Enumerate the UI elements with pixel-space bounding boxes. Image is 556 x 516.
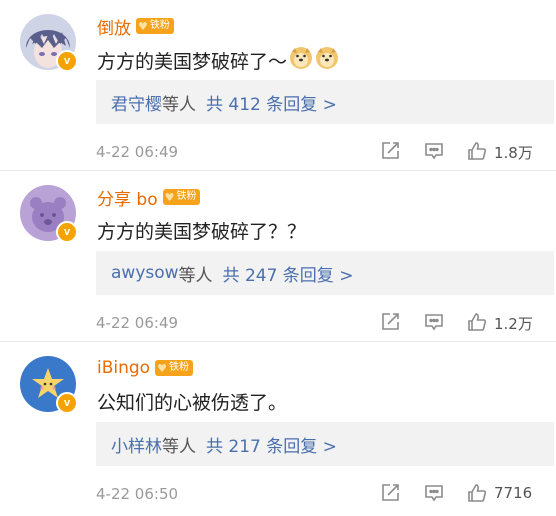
comment-text-content: 方方的美国梦破碎了？？ xyxy=(97,221,307,243)
like-count: 1.2万 xyxy=(494,315,533,333)
reply-names[interactable]: 小样林 xyxy=(111,432,162,457)
timestamp: 4-22 06:50 xyxy=(96,485,179,503)
comment-icon[interactable] xyxy=(423,482,445,508)
reply-etc: 等人 xyxy=(162,436,196,457)
like-count: 1.8万 xyxy=(494,144,533,162)
fan-badge: ♥ 铁粉 xyxy=(136,18,174,34)
heart-icon: ♥ xyxy=(157,361,167,375)
timestamp: 4-22 06:49 xyxy=(96,143,179,161)
replies-summary[interactable]: 君守樱 等人 共 412 条回复 > xyxy=(96,80,554,124)
username[interactable]: iBingo xyxy=(97,358,150,378)
verified-badge-icon: v xyxy=(56,50,78,72)
comment-text-content: 公知们的心被伤透了。 xyxy=(97,392,288,414)
username[interactable]: 分享 bo xyxy=(97,185,158,210)
comment-icon[interactable] xyxy=(423,311,445,337)
reply-count-link[interactable]: 共 247 条回复 > xyxy=(223,261,354,286)
reply-count-link[interactable]: 共 217 条回复 > xyxy=(206,432,337,457)
comment-text: 方方的美国梦破碎了～ xyxy=(97,46,339,75)
avatar[interactable]: v xyxy=(20,356,78,414)
timestamp: 4-22 06:49 xyxy=(96,314,179,332)
avatar[interactable]: v xyxy=(20,185,78,243)
comment-icon[interactable] xyxy=(423,140,445,166)
reply-etc: 等人 xyxy=(178,265,213,286)
comment-text: 公知们的心被伤透了。 xyxy=(97,388,287,415)
comment-text: 方方的美国梦破碎了？？ xyxy=(97,217,306,244)
reply-etc: 等人 xyxy=(162,94,196,115)
reply-names[interactable]: awysow xyxy=(111,263,179,283)
like-icon[interactable] xyxy=(466,482,488,508)
verified-badge-icon: v xyxy=(56,392,78,414)
share-icon[interactable] xyxy=(379,140,401,166)
comment-item: v 分享 bo ♥ 铁粉 方方的美国梦破碎了？？ awysow 等人 共 247… xyxy=(0,170,556,341)
fan-badge-label: 铁粉 xyxy=(149,20,170,31)
verified-badge-icon: v xyxy=(56,221,78,243)
like-icon[interactable] xyxy=(466,140,488,166)
fan-badge: ♥ 铁粉 xyxy=(155,360,193,376)
reply-names[interactable]: 君守樱 xyxy=(111,90,162,115)
like-count: 7716 xyxy=(494,484,533,502)
doge-emoji xyxy=(289,46,313,75)
fan-badge-label: 铁粉 xyxy=(168,362,189,373)
avatar[interactable]: v xyxy=(20,14,78,72)
fan-badge: ♥ 铁粉 xyxy=(162,189,201,205)
share-icon[interactable] xyxy=(379,311,401,337)
reply-count-link[interactable]: 共 412 条回复 > xyxy=(206,90,337,115)
comment-text-content: 方方的美国梦破碎了～ xyxy=(97,51,288,73)
share-icon[interactable] xyxy=(379,482,401,508)
username[interactable]: 倒放 xyxy=(97,14,131,39)
replies-summary[interactable]: awysow 等人 共 247 条回复 > xyxy=(96,251,554,295)
heart-icon: ♥ xyxy=(138,19,148,33)
replies-summary[interactable]: 小样林 等人 共 217 条回复 > xyxy=(96,422,554,466)
comment-item: v iBingo ♥ 铁粉 公知们的心被伤透了。 小样林 等人 共 217 条回… xyxy=(0,341,556,516)
like-icon[interactable] xyxy=(466,311,488,337)
comment-item: v 倒放 ♥ 铁粉 方方的美国梦破碎了～ 君守樱 等人 共 412 条回复 > … xyxy=(0,0,556,170)
fan-badge-label: 铁粉 xyxy=(176,191,197,202)
doge-emoji xyxy=(315,46,339,75)
heart-icon: ♥ xyxy=(164,190,175,204)
